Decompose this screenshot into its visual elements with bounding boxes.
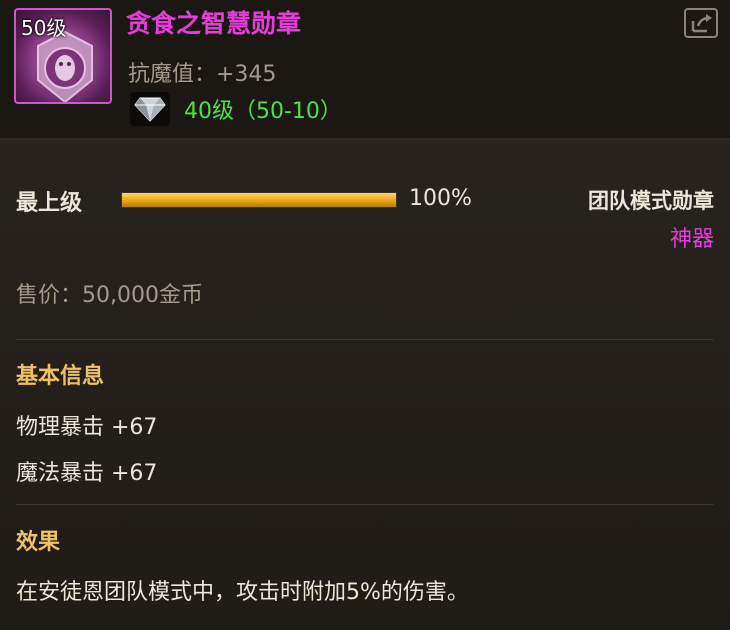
grade-percent: 100% [409, 186, 472, 211]
item-level-tag: 50级 [21, 16, 67, 40]
basic-info-title: 基本信息 [16, 364, 105, 389]
gem-level-text: 40级（50-10） [184, 99, 342, 124]
divider [16, 504, 714, 505]
divider [16, 339, 714, 340]
grade-label: 最上级 [16, 191, 83, 216]
effect-title: 效果 [16, 530, 61, 555]
basic-info-line: 物理暴击 +67 [16, 415, 158, 440]
medal-icon: 50级 [14, 8, 112, 104]
basic-info-line: 魔法暴击 +67 [16, 461, 158, 486]
effect-text: 在安徒恩团队模式中，攻击时附加5%的伤害。 [16, 580, 469, 605]
diamond-icon [130, 92, 170, 126]
item-rarity: 神器 [669, 227, 714, 252]
item-stat: 抗魔值：+345 [128, 62, 277, 87]
grade-progress-fill [122, 193, 396, 207]
tooltip-header: 50级 贪食之智慧勋章 抗魔值：+345 40级（50-10） [0, 0, 730, 140]
item-category: 团队模式勋章 [588, 189, 714, 213]
grade-progress-bar [121, 192, 397, 208]
item-tooltip: 50级 贪食之智慧勋章 抗魔值：+345 40级（50-10） 最上级 100%… [0, 0, 730, 630]
medal-emblem-icon [37, 30, 93, 102]
share-icon[interactable] [684, 8, 718, 38]
item-price: 售价：50,000金币 [16, 283, 203, 308]
item-name: 贪食之智慧勋章 [126, 9, 302, 38]
